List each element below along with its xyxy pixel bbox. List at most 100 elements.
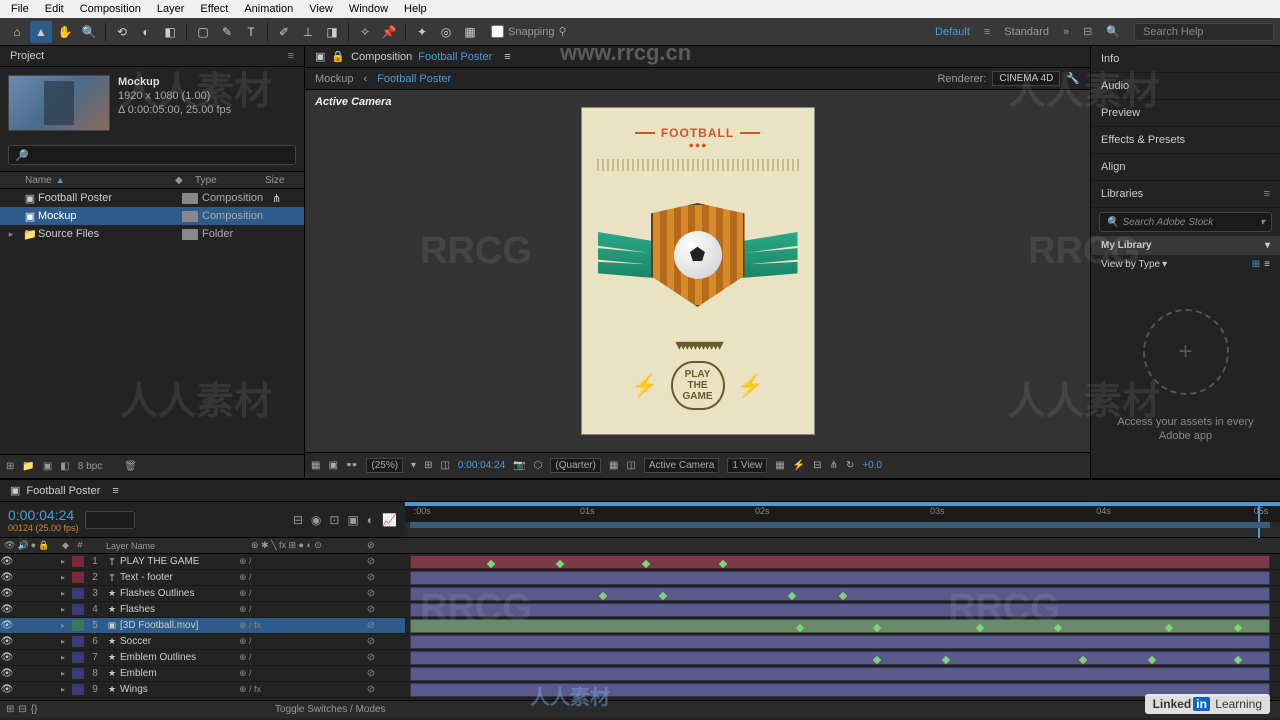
interpret-icon[interactable]: ⊞ — [6, 461, 14, 472]
search-help-input[interactable]: Search Help — [1134, 23, 1274, 41]
panel-libraries[interactable]: Libraries≡ — [1091, 181, 1280, 208]
camera-tool[interactable]: ◧ — [159, 21, 181, 43]
safe-icon[interactable]: ◫ — [626, 460, 635, 471]
list-view-icon[interactable]: ≡ — [1264, 259, 1270, 270]
track-bar[interactable] — [405, 602, 1280, 618]
workspace-default[interactable]: Default — [935, 26, 970, 38]
composition-mini-icon[interactable]: ⊟ — [293, 513, 303, 527]
workspace-more-icon[interactable]: » — [1063, 26, 1069, 38]
vis-col-icon[interactable]: 👁 — [4, 540, 15, 551]
track-bar[interactable] — [405, 554, 1280, 570]
flowchart-icon[interactable]: ⋔ — [830, 460, 838, 471]
zoom-tool[interactable]: 🔍 — [78, 21, 100, 43]
region-icon[interactable]: ◫ — [440, 460, 449, 471]
text-tool[interactable]: T — [240, 21, 262, 43]
track-bar[interactable] — [405, 666, 1280, 682]
workspace-reset-icon[interactable]: ⊟ — [1083, 25, 1092, 38]
lock-col-icon[interactable]: 🔒 — [38, 540, 49, 551]
comp-menu-icon[interactable]: ≡ — [504, 51, 510, 63]
panel-align[interactable]: Align — [1091, 154, 1280, 181]
axis-tool[interactable]: ✦ — [411, 21, 433, 43]
menu-effect[interactable]: Effect — [192, 3, 236, 15]
toggle-mask-icon[interactable]: ▣ — [328, 460, 337, 471]
channels-icon[interactable]: ⬡ — [534, 460, 543, 471]
roto-tool[interactable]: ✧ — [354, 21, 376, 43]
res-icon[interactable]: ▾ — [411, 460, 416, 471]
solo-col-icon[interactable]: ● — [31, 540, 36, 551]
selection-tool[interactable]: ▲ — [30, 21, 52, 43]
brush-tool[interactable]: ✐ — [273, 21, 295, 43]
menu-view[interactable]: View — [301, 3, 341, 15]
menu-file[interactable]: File — [3, 3, 37, 15]
home-tool[interactable]: ⌂ — [6, 21, 28, 43]
menu-layer[interactable]: Layer — [149, 3, 193, 15]
null-tool[interactable]: ◎ — [435, 21, 457, 43]
renderer-settings-icon[interactable]: 🔧 — [1066, 72, 1080, 85]
project-menu-icon[interactable]: ≡ — [288, 50, 294, 62]
my-library-select[interactable]: My Library▾ — [1091, 236, 1280, 255]
snapshot-icon[interactable]: 📷 — [513, 460, 525, 471]
renderer-select[interactable]: CINEMA 4D — [992, 71, 1060, 86]
work-area[interactable] — [410, 522, 1270, 528]
playhead[interactable] — [1258, 502, 1260, 538]
col-name[interactable]: Name — [25, 175, 52, 186]
grid-view-icon[interactable]: ⊞ — [1252, 259, 1260, 270]
timeline-icon[interactable]: ⊟ — [813, 460, 821, 471]
zoom-select[interactable]: (25%) — [366, 458, 403, 473]
eraser-tool[interactable]: ◨ — [321, 21, 343, 43]
menu-window[interactable]: Window — [341, 3, 396, 15]
project-item[interactable]: ▸📁Source FilesFolder — [0, 225, 304, 243]
camera-select[interactable]: Active Camera — [644, 458, 720, 473]
label-col-icon[interactable]: ◆ — [62, 540, 69, 550]
panel-preview[interactable]: Preview — [1091, 100, 1280, 127]
transparency-icon[interactable]: ▦ — [609, 460, 618, 471]
exposure-value[interactable]: +0.0 — [862, 460, 882, 471]
layer-row[interactable]: 👁▸5▣[3D Football.mov]⊕ / fx⊘ — [0, 618, 405, 634]
layer-row[interactable]: 👁▸7★Emblem Outlines⊕ /⊘ — [0, 650, 405, 666]
stamp-tool[interactable]: ⊥ — [297, 21, 319, 43]
snap-icon[interactable]: ⚲ — [559, 25, 567, 38]
rotate-tool[interactable]: ◐ — [135, 21, 157, 43]
lock-icon[interactable]: 🔒 — [331, 50, 345, 63]
toggle-3d-icon[interactable]: 👓 — [346, 460, 358, 471]
adobe-stock-search[interactable]: 🔍Search Adobe Stock▾ — [1099, 212, 1272, 232]
crumb-mockup[interactable]: Mockup — [315, 73, 354, 85]
libraries-menu-icon[interactable]: ≡ — [1264, 188, 1270, 200]
snapping-checkbox[interactable] — [491, 25, 504, 38]
panel-audio[interactable]: Audio — [1091, 73, 1280, 100]
motion-blur-icon[interactable]: ◐ — [367, 513, 374, 527]
views-select[interactable]: 1 View — [727, 458, 767, 473]
graph-editor-icon[interactable]: 📈 — [382, 513, 397, 527]
menu-help[interactable]: Help — [396, 3, 435, 15]
layer-row[interactable]: 👁▸3★Flashes Outlines⊕ /⊘ — [0, 586, 405, 602]
reset-exposure-icon[interactable]: ↻ — [846, 460, 854, 471]
layer-name-col[interactable]: Layer Name — [102, 541, 247, 551]
track-bar[interactable] — [405, 570, 1280, 586]
comp-icon[interactable]: ▣ — [43, 461, 52, 472]
time-ruler[interactable]: :00s 01s 02s 03s 04s 05s — [405, 502, 1280, 522]
layer-row[interactable]: 👁▸8★Emblem⊕ /⊘ — [0, 666, 405, 682]
track-bar[interactable] — [405, 618, 1280, 634]
switches-col[interactable]: ⊕ ✱ ╲ fx ⊞ ● ◐ ⊙ — [247, 540, 367, 551]
quality-select[interactable]: (Quarter) — [550, 458, 601, 473]
viewer-timecode[interactable]: 0:00:04:24 — [458, 460, 505, 471]
workspace-menu-icon[interactable]: ≡ — [984, 26, 990, 38]
layer-row[interactable]: 👁▸6★Soccer⊕ /⊘ — [0, 634, 405, 650]
shy-icon[interactable]: ⊡ — [329, 513, 339, 527]
project-item[interactable]: ▣Football PosterComposition⋔ — [0, 189, 304, 207]
audio-col-icon[interactable]: 🔊 — [17, 540, 28, 551]
menu-composition[interactable]: Composition — [72, 3, 149, 15]
fast-preview-icon[interactable]: ⚡ — [793, 460, 805, 471]
layer-row[interactable]: 👁▸9★Wings⊕ / fx⊘ — [0, 682, 405, 698]
layer-row[interactable]: 👁▸4★Flashes⊕ /⊘ — [0, 602, 405, 618]
project-item[interactable]: ▣MockupComposition — [0, 207, 304, 225]
comp-name[interactable]: Football Poster — [418, 51, 492, 63]
brackets-icon[interactable]: {} — [31, 704, 38, 715]
parent-col-icon[interactable]: ⊘ — [367, 540, 399, 551]
puppet-tool[interactable]: 📌 — [378, 21, 400, 43]
bpc-button[interactable]: 8 bpc — [78, 461, 102, 472]
toggle-switches-modes[interactable]: Toggle Switches / Modes — [275, 704, 386, 715]
trash-icon[interactable]: 🗑 — [124, 461, 137, 472]
rect-tool[interactable]: ▢ — [192, 21, 214, 43]
project-search[interactable]: 🔎 — [8, 145, 296, 165]
